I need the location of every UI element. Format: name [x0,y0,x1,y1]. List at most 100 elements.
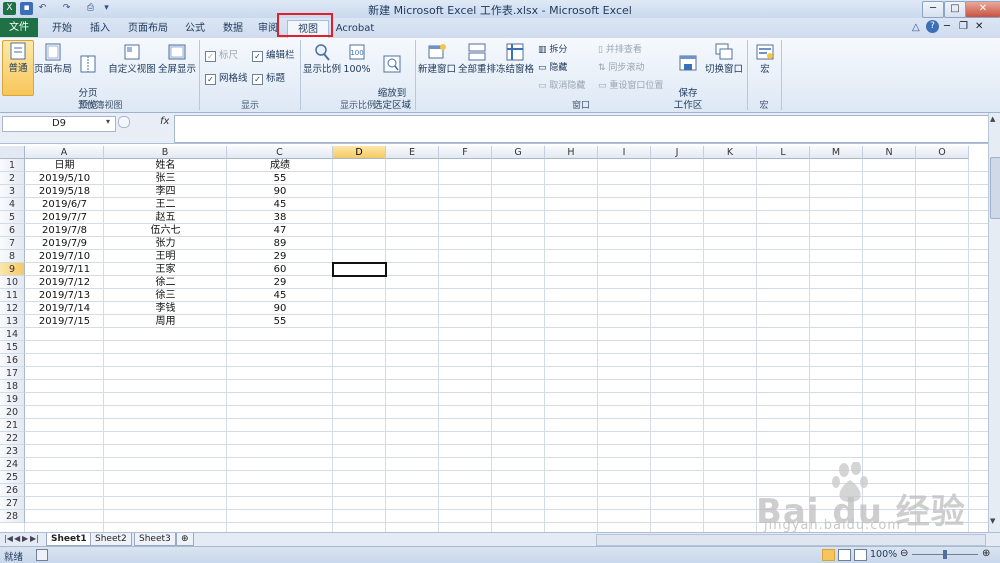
cell-a12[interactable]: 2019/7/14 [25,302,104,315]
row-header-18[interactable]: 18 [0,380,25,393]
macros-button[interactable]: 宏 [751,42,779,76]
name-box-resize-icon[interactable] [118,116,130,128]
tab-home[interactable]: 开始 [45,20,79,37]
view-side-by-side-button[interactable]: ▯ 并排查看 [598,44,642,56]
cell-b12[interactable]: 李钱 [104,302,227,315]
sheet-tab-1[interactable]: Sheet1 [46,533,92,546]
column-header-k[interactable]: K [704,146,757,159]
cell-c2[interactable]: 55 [227,172,333,185]
normal-view-status-icon[interactable] [822,549,835,561]
cell-b13[interactable]: 周用 [104,315,227,328]
cell-c6[interactable]: 47 [227,224,333,237]
page-layout-status-icon[interactable] [838,549,851,561]
custom-views-button[interactable]: 自定义视图 [108,42,156,76]
cell-c11[interactable]: 45 [227,289,333,302]
column-header-n[interactable]: N [863,146,916,159]
row-header-13[interactable]: 13 [0,315,25,328]
row-header-10[interactable]: 10 [0,276,25,289]
hide-button[interactable]: ▭ 隐藏 [538,62,567,74]
unhide-button[interactable]: ▭ 取消隐藏 [538,80,585,92]
sync-scroll-button[interactable]: ⇅ 同步滚动 [598,62,644,74]
cell-c12[interactable]: 90 [227,302,333,315]
row-header-12[interactable]: 12 [0,302,25,315]
cell-b2[interactable]: 张三 [104,172,227,185]
row-header-22[interactable]: 22 [0,432,25,445]
tab-insert[interactable]: 插入 [83,20,117,37]
cell-a5[interactable]: 2019/7/7 [25,211,104,224]
ribbon-minimize-icon[interactable]: △ [912,22,920,33]
zoom-level[interactable]: 100% [870,549,897,560]
switch-windows-button[interactable]: 切换窗口 [704,42,744,76]
row-header-7[interactable]: 7 [0,237,25,250]
insert-sheet-icon[interactable]: ⊕ [176,533,194,546]
macro-record-icon[interactable] [36,549,48,561]
page-break-status-icon[interactable] [854,549,867,561]
cell-c13[interactable]: 55 [227,315,333,328]
tab-file[interactable]: 文件 [0,18,38,37]
column-header-g[interactable]: G [492,146,545,159]
doc-minimize-icon[interactable]: ─ [944,21,950,32]
cell-c7[interactable]: 89 [227,237,333,250]
row-header-26[interactable]: 26 [0,484,25,497]
row-header-4[interactable]: 4 [0,198,25,211]
column-header-o[interactable]: O [916,146,969,159]
freeze-panes-button[interactable]: 冻结窗格 [496,42,534,76]
help-icon[interactable]: ? [926,20,939,33]
row-header-19[interactable]: 19 [0,393,25,406]
close-button[interactable]: ✕ [965,1,1000,18]
cell-a7[interactable]: 2019/7/9 [25,237,104,250]
cell-c1[interactable]: 成绩 [227,159,333,172]
formula-input[interactable] [174,115,990,143]
row-header-8[interactable]: 8 [0,250,25,263]
row-header-16[interactable]: 16 [0,354,25,367]
row-header-5[interactable]: 5 [0,211,25,224]
prev-sheet-icon[interactable]: ◀ [14,534,20,543]
row-header-3[interactable]: 3 [0,185,25,198]
row-header-15[interactable]: 15 [0,341,25,354]
cell-a1[interactable]: 日期 [25,159,104,172]
reset-window-position-button[interactable]: ▭ 重设窗口位置 [598,80,663,92]
vertical-scrollbar[interactable]: ▲ ▼ [988,113,1000,532]
ruler-checkbox[interactable]: ✓ 标尺 [205,50,238,62]
tab-page-layout[interactable]: 页面布局 [122,20,174,37]
cell-a3[interactable]: 2019/5/18 [25,185,104,198]
doc-close-icon[interactable]: ✕ [975,21,983,32]
cell-b11[interactable]: 徐三 [104,289,227,302]
row-header-23[interactable]: 23 [0,445,25,458]
cell-c9[interactable]: 60 [227,263,333,276]
column-header-c[interactable]: C [227,146,333,159]
column-header-e[interactable]: E [386,146,439,159]
sheet-tab-2[interactable]: Sheet2 [90,533,132,546]
cell-b8[interactable]: 王明 [104,250,227,263]
row-header-27[interactable]: 27 [0,497,25,510]
cell-b10[interactable]: 徐二 [104,276,227,289]
first-sheet-icon[interactable]: |◀ [4,534,13,543]
formula-bar-checkbox[interactable]: ✓ 编辑栏 [252,50,295,62]
cell-a13[interactable]: 2019/7/15 [25,315,104,328]
active-cell-d9[interactable] [332,262,387,277]
name-box-dropdown-icon[interactable]: ▾ [106,117,110,126]
tab-data[interactable]: 数据 [216,20,250,37]
next-sheet-icon[interactable]: ▶ [22,534,28,543]
new-window-button[interactable]: 新建窗口 [417,42,457,76]
maximize-button[interactable]: □ [944,1,966,18]
cell-a10[interactable]: 2019/7/12 [25,276,104,289]
column-header-b[interactable]: B [104,146,227,159]
cell-a4[interactable]: 2019/6/7 [25,198,104,211]
cell-b6[interactable]: 伍六七 [104,224,227,237]
tab-acrobat[interactable]: Acrobat [333,20,377,37]
cell-c3[interactable]: 90 [227,185,333,198]
cell-c4[interactable]: 45 [227,198,333,211]
row-header-28[interactable]: 28 [0,510,25,523]
column-header-d[interactable]: D [333,146,386,159]
row-header-11[interactable]: 11 [0,289,25,302]
cell-a11[interactable]: 2019/7/13 [25,289,104,302]
arrange-all-button[interactable]: 全部重排 [458,42,496,76]
row-header-14[interactable]: 14 [0,328,25,341]
row-header-21[interactable]: 21 [0,419,25,432]
row-header-25[interactable]: 25 [0,471,25,484]
cell-a6[interactable]: 2019/7/8 [25,224,104,237]
cell-b1[interactable]: 姓名 [104,159,227,172]
row-header-17[interactable]: 17 [0,367,25,380]
cell-a2[interactable]: 2019/5/10 [25,172,104,185]
